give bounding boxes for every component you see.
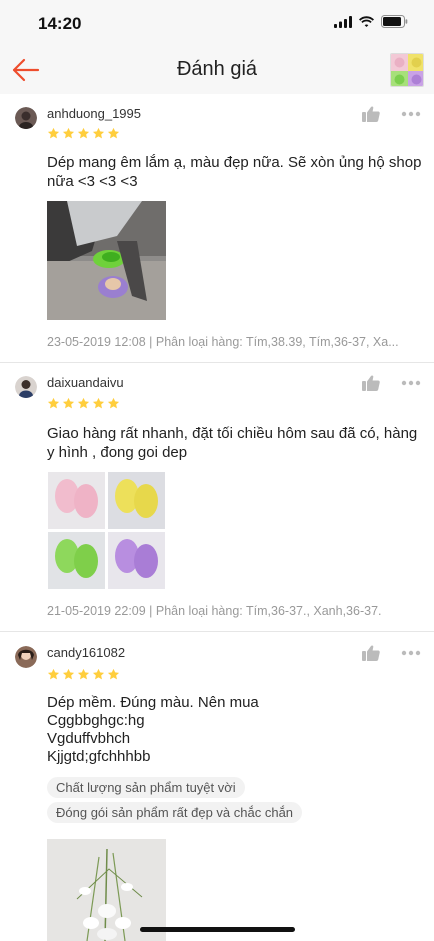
more-horizontal-icon[interactable]	[401, 650, 421, 656]
star-icon	[47, 668, 60, 680]
avatar	[15, 107, 37, 129]
review-tag: Chất lượng sản phẩm tuyệt vời	[47, 777, 245, 798]
review-username: candy161082	[47, 645, 126, 660]
review-meta: 21-05-2019 22:09 | Phân loại hàng: Tím,3…	[47, 604, 382, 618]
product-thumbnail[interactable]	[390, 53, 424, 87]
star-icon	[77, 397, 90, 409]
star-icon	[92, 668, 105, 680]
star-icon	[77, 668, 90, 680]
star-rating	[47, 397, 120, 410]
star-icon	[77, 127, 90, 139]
avatar	[15, 646, 37, 668]
product-thumbnail-image	[391, 54, 423, 86]
review-item: anhduong_1995 Dép mang êm lắm ạ, màu đẹp…	[0, 94, 434, 362]
star-rating	[47, 668, 120, 681]
review-photo[interactable]	[47, 839, 166, 941]
review-text: Dép mang êm lắm ạ, màu đẹp nữa. Sẽ xòn ủ…	[47, 154, 422, 190]
review-username: daixuandaivu	[47, 375, 124, 390]
home-indicator	[140, 927, 295, 932]
star-icon	[107, 127, 120, 139]
review-photo[interactable]	[47, 201, 166, 320]
star-icon	[92, 127, 105, 139]
star-icon	[62, 668, 75, 680]
thumbs-up-icon[interactable]	[362, 106, 380, 122]
review-text-line: Dép mềm. Đúng màu. Nên mua	[47, 694, 259, 711]
review-item: daixuandaivu Giao hàng rất nhanh, đặt tố…	[0, 363, 434, 631]
star-icon	[92, 397, 105, 409]
wifi-icon	[359, 15, 374, 27]
nav-bar: Đánh giá	[0, 48, 434, 94]
thumbs-up-icon[interactable]	[362, 645, 380, 661]
review-text-line: Kjjgtd;gfchhhbb	[47, 748, 151, 765]
signal-icon	[334, 15, 352, 28]
review-meta: 23-05-2019 12:08 | Phân loại hàng: Tím,3…	[47, 335, 399, 349]
avatar	[15, 376, 37, 398]
star-icon	[107, 397, 120, 409]
review-photo[interactable]	[47, 471, 166, 590]
more-horizontal-icon[interactable]	[401, 111, 421, 117]
review-item: candy161082 Dép mềm. Đúng màu. Nên mua C…	[0, 632, 434, 941]
page-title: Đánh giá	[176, 58, 258, 80]
star-icon	[107, 668, 120, 680]
review-photo-image	[47, 839, 166, 941]
battery-icon	[381, 15, 408, 28]
status-icons	[334, 15, 408, 28]
review-photo-image	[47, 471, 166, 590]
more-horizontal-icon[interactable]	[401, 380, 421, 386]
status-bar: 14:20	[0, 0, 434, 48]
review-tag: Đóng gói sản phẩm rất đẹp và chắc chắn	[47, 802, 303, 823]
star-icon	[62, 397, 75, 409]
review-text: Giao hàng rất nhanh, đặt tối chiều hôm s…	[47, 425, 418, 461]
review-text-line: Cggbbghgc:hg	[47, 712, 145, 729]
star-icon	[62, 127, 75, 139]
thumbs-up-icon[interactable]	[362, 375, 380, 391]
review-username: anhduong_1995	[47, 106, 141, 121]
status-time: 14:20	[38, 14, 82, 33]
review-photo-image	[47, 201, 166, 320]
star-rating	[47, 127, 120, 140]
star-icon	[47, 127, 60, 139]
star-icon	[47, 397, 60, 409]
review-text-line: Vgduffvbhch	[47, 730, 131, 747]
